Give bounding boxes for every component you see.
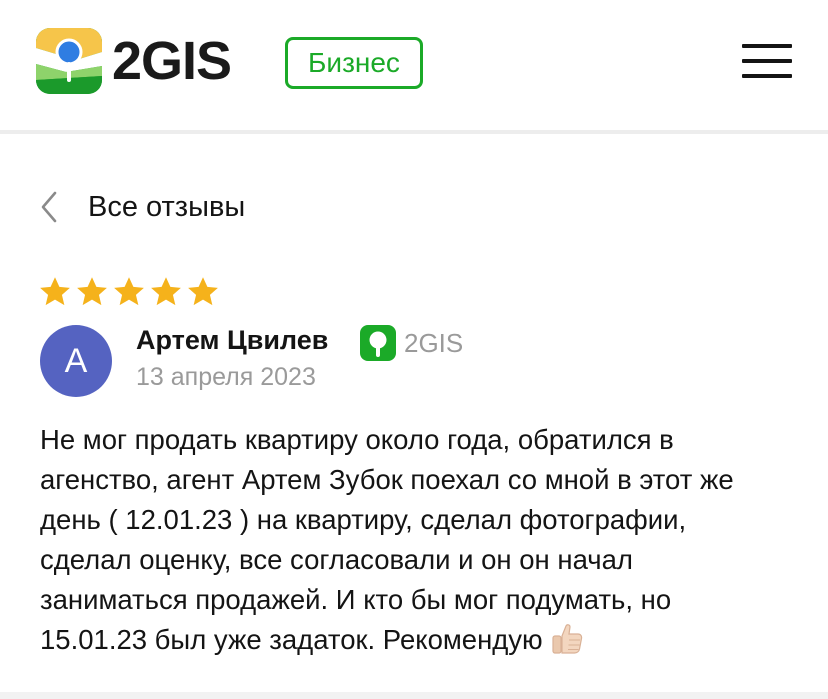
back-label: Все отзывы	[88, 190, 246, 223]
avatar[interactable]: A	[40, 325, 112, 397]
menu-bar-top	[742, 44, 792, 48]
star-icon	[151, 277, 181, 306]
2gis-logo-link[interactable]: 2GIS	[36, 27, 232, 95]
top-bar: 2GIS Бизнес	[0, 0, 828, 134]
chevron-left-icon	[41, 191, 57, 223]
2gis-logo-icon	[36, 28, 102, 94]
review-page: 2GIS Бизнес Все отзывы A Артем Цвилев 2G…	[0, 0, 828, 699]
review-text-line: 15.01.23 был уже задаток. Рекомендую	[40, 620, 810, 660]
divider	[0, 692, 828, 699]
review-text-line: Не мог продать квартиру около года, обра…	[40, 424, 674, 455]
back-to-all-reviews[interactable]: Все отзывы	[38, 184, 245, 230]
review-text-line: агенство, агент Артем Зубок поехал со мн…	[40, 464, 734, 495]
2gis-badge-icon	[360, 325, 396, 361]
review-text-line: сделал оценку, все согласовали и он он н…	[40, 544, 633, 575]
author-name[interactable]: Артем Цвилев	[136, 325, 328, 356]
business-badge[interactable]: Бизнес	[285, 37, 423, 89]
source-badge: 2GIS	[360, 325, 463, 361]
review-date: 13 апреля 2023	[136, 363, 316, 391]
review-text-line: заниматься продажей. И кто бы мог подума…	[40, 584, 672, 615]
star-icon	[188, 277, 218, 306]
source-label: 2GIS	[404, 327, 464, 358]
review-text: Не мог продать квартиру около года, обра…	[40, 420, 810, 660]
menu-bar-bottom	[742, 74, 792, 78]
star-icon	[40, 277, 70, 306]
review-text-line: день ( 12.01.23 ) на квартиру, сделал фо…	[40, 504, 687, 535]
thumbs-up-icon	[552, 624, 582, 654]
logo-wordmark: 2GIS	[112, 31, 232, 91]
star-icon	[77, 277, 107, 306]
menu-bar-middle	[742, 59, 792, 63]
star-rating	[38, 275, 223, 309]
hamburger-menu-button[interactable]	[742, 44, 792, 80]
star-icon	[114, 277, 144, 306]
